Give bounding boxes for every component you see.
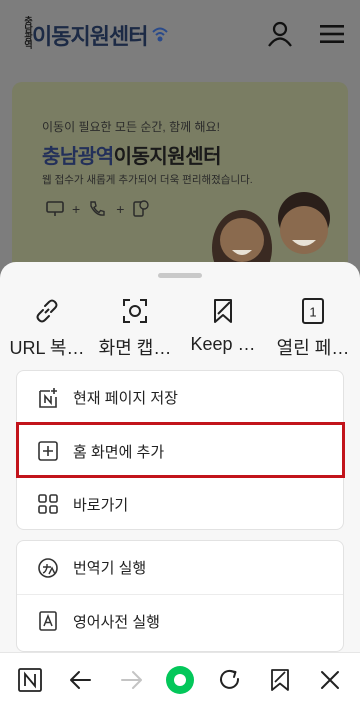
arrow-right-icon xyxy=(121,671,142,689)
menu-item-label: 현재 페이지 저장 xyxy=(73,390,178,407)
keep-button[interactable]: Keep … xyxy=(180,292,266,362)
logo-seal: 충남광역 xyxy=(23,16,33,48)
close-button[interactable] xyxy=(317,667,343,693)
bookmark-icon xyxy=(271,669,289,691)
close-icon xyxy=(321,671,339,689)
quick-action-label: URL 복… xyxy=(9,338,85,358)
refresh-button[interactable] xyxy=(217,667,243,693)
back-button[interactable] xyxy=(68,667,94,693)
naver-n-icon xyxy=(18,668,42,692)
naver-home-button[interactable] xyxy=(17,667,43,693)
banner-title-highlight: 충남광역 xyxy=(42,146,114,168)
shortcuts-item[interactable]: 바로가기 xyxy=(17,477,343,529)
english-dictionary-item[interactable]: 영어사전 실행 xyxy=(17,594,343,647)
phone-24-icon xyxy=(90,201,105,216)
green-dot-icon xyxy=(166,666,194,694)
quick-action-label: 열린 페… xyxy=(276,338,350,358)
plus-sign: + xyxy=(72,201,81,217)
menu-item-label: 번역기 실행 xyxy=(73,560,147,577)
green-dot-button[interactable] xyxy=(165,665,195,695)
highlight-box xyxy=(16,422,345,478)
open-pages-count: 1 xyxy=(309,305,316,320)
banner-title: 충남광역이동지원센터 xyxy=(42,140,222,169)
dictionary-icon xyxy=(39,611,57,631)
open-pages-button[interactable]: 1 열린 페… xyxy=(270,292,356,362)
logo-text: 이동지원센터 xyxy=(32,24,148,49)
sheet-drag-handle[interactable] xyxy=(158,273,202,278)
site-header: 충남광역 이동지원센터 xyxy=(0,0,360,70)
signal-icon xyxy=(152,27,169,42)
tools-card: 번역기 실행 영어사전 실행 xyxy=(16,540,344,652)
quick-actions-row: URL 복… 화면 캡… Keep … 1 열린 페… xyxy=(0,292,360,362)
translator-item[interactable]: 번역기 실행 xyxy=(17,541,343,594)
save-page-icon xyxy=(39,387,57,408)
mobile-chat-icon xyxy=(133,200,150,217)
bookmark-button[interactable] xyxy=(267,667,293,693)
refresh-icon xyxy=(220,669,240,689)
forward-button[interactable] xyxy=(118,667,144,693)
screen-capture-button[interactable]: 화면 캡… xyxy=(92,292,178,362)
site-logo[interactable]: 충남광역 이동지원센터 xyxy=(12,16,171,54)
copy-url-button[interactable]: URL 복… xyxy=(4,292,90,362)
banner-channel-icons: + + xyxy=(46,200,150,218)
promo-banner[interactable]: 이동이 필요한 모든 순간, 함께 해요! 충남광역이동지원센터 웹 접수가 새… xyxy=(12,82,348,292)
capture-icon xyxy=(123,299,147,323)
keep-icon xyxy=(214,299,232,323)
hamburger-menu-icon[interactable] xyxy=(318,20,346,48)
banner-subtitle: 이동이 필요한 모든 순간, 함께 해요! xyxy=(42,120,220,134)
user-icon[interactable] xyxy=(266,20,294,48)
arrow-left-icon xyxy=(70,671,91,689)
monitor-icon xyxy=(46,201,64,216)
plus-sign: + xyxy=(116,201,125,217)
quick-action-label: Keep … xyxy=(190,334,256,354)
grid-icon xyxy=(38,494,58,514)
menu-item-label: 영어사전 실행 xyxy=(73,613,160,631)
menu-item-label: 바로가기 xyxy=(73,496,129,514)
save-current-page-item[interactable]: 현재 페이지 저장 xyxy=(17,371,343,424)
open-pages-icon: 1 xyxy=(302,298,324,324)
browser-toolbar xyxy=(0,652,360,705)
translate-icon xyxy=(38,557,58,578)
quick-action-label: 화면 캡… xyxy=(98,338,172,358)
link-icon xyxy=(36,299,58,323)
banner-title-rest: 이동지원센터 xyxy=(113,146,222,168)
